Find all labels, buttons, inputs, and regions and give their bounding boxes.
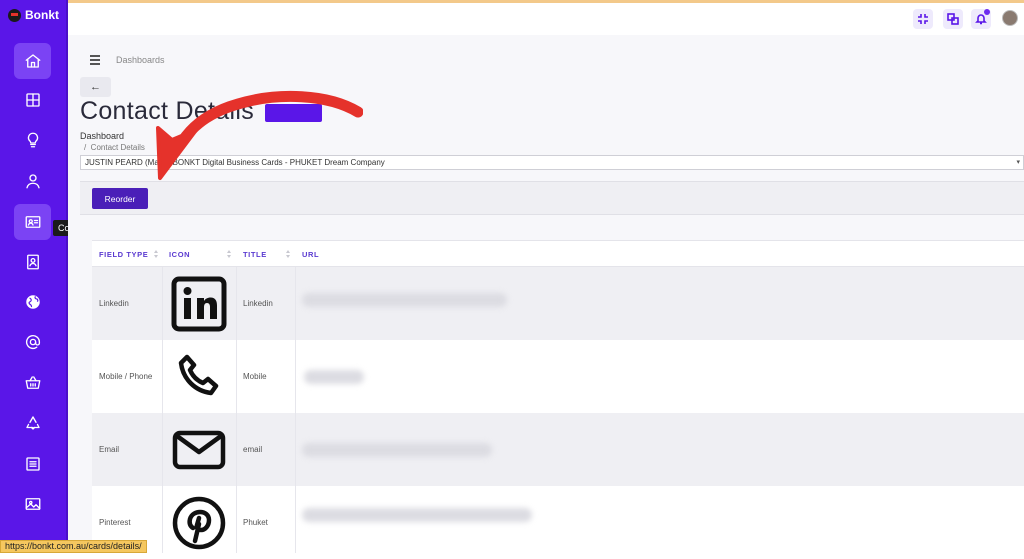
sidebar-item-dashboards[interactable] xyxy=(14,82,51,118)
breadcrumb-root[interactable]: Dashboard xyxy=(80,131,124,141)
basket-icon xyxy=(25,376,40,389)
grid-icon xyxy=(25,93,40,107)
field-type-cell: Linkedin xyxy=(99,299,129,308)
translate-icon xyxy=(947,13,959,25)
translate-button[interactable] xyxy=(943,9,963,29)
contact-details-table: FIELD TYPE ICON TITLE URL Linkedin Linke… xyxy=(92,240,1024,559)
globe-icon xyxy=(25,295,40,309)
mail-icon xyxy=(172,430,226,469)
avatar[interactable] xyxy=(1002,10,1018,26)
sort-icon[interactable] xyxy=(227,250,232,259)
breadcrumb-current-label: Contact Details xyxy=(90,143,145,152)
url-cell xyxy=(302,293,507,307)
column-header-field-type[interactable]: FIELD TYPE xyxy=(99,241,148,268)
top-breadcrumb-bar: Dashboards xyxy=(68,47,1024,75)
linkedin-icon xyxy=(171,276,227,331)
arrow-left-icon: ← xyxy=(90,81,101,93)
field-type-cell: Email xyxy=(99,445,120,454)
table-row[interactable]: Linkedin Linkedin xyxy=(92,267,1024,340)
breadcrumb-current: / Contact Details xyxy=(84,143,145,152)
address-book-icon xyxy=(26,254,39,270)
list-icon xyxy=(25,457,40,471)
sidebar-item-shop[interactable] xyxy=(14,365,51,401)
title-cell: Phuket xyxy=(243,518,268,527)
icon-cell xyxy=(163,486,235,559)
sidebar-item-ideas[interactable] xyxy=(14,122,51,158)
column-header-icon[interactable]: ICON xyxy=(169,241,190,268)
notifications-button[interactable] xyxy=(971,9,991,29)
sort-icon[interactable] xyxy=(286,250,291,259)
sidebar-item-gallery[interactable] xyxy=(14,486,51,522)
minimize-button[interactable] xyxy=(913,9,933,29)
notification-dot xyxy=(984,9,990,15)
contact-card-icon xyxy=(25,216,40,228)
url-cell xyxy=(302,508,532,522)
pinterest-icon xyxy=(172,496,226,549)
title-cell: Mobile xyxy=(243,372,267,381)
sidebar-item-email[interactable] xyxy=(14,324,51,360)
sidebar: Bonkt xyxy=(0,0,68,553)
phone-icon xyxy=(178,354,219,395)
icon-cell xyxy=(163,340,235,413)
user-icon xyxy=(25,174,40,189)
field-type-cell: Mobile / Phone xyxy=(99,372,153,381)
table-header: FIELD TYPE ICON TITLE URL xyxy=(92,240,1024,267)
app-name: Bonkt xyxy=(25,8,59,22)
sidebar-item-recycle[interactable] xyxy=(14,405,51,441)
title-cell: email xyxy=(243,445,263,454)
home-icon xyxy=(25,54,40,68)
image-icon xyxy=(25,498,40,510)
sidebar-item-contact-details[interactable] xyxy=(14,204,51,240)
column-header-url[interactable]: URL xyxy=(302,241,319,268)
column-divider xyxy=(295,267,296,553)
sidebar-item-home[interactable] xyxy=(14,43,51,79)
reorder-button[interactable]: Reorder xyxy=(92,188,148,209)
table-row[interactable]: Mobile / Phone Mobile xyxy=(92,340,1024,413)
sidebar-item-list[interactable] xyxy=(14,446,51,482)
sidebar-item-address-book[interactable] xyxy=(14,244,51,280)
column-divider xyxy=(236,267,237,553)
chevron-down-icon: ▾ xyxy=(1016,159,1020,166)
url-cell xyxy=(302,443,492,457)
lightbulb-icon xyxy=(27,132,38,148)
column-header-title[interactable]: TITLE xyxy=(243,241,267,268)
annotation-arrow xyxy=(156,90,363,180)
brand[interactable]: Bonkt xyxy=(8,6,59,24)
icon-cell xyxy=(163,413,235,486)
menu-toggle-icon[interactable] xyxy=(90,55,100,67)
topbar xyxy=(68,3,1024,35)
title-cell: Linkedin xyxy=(243,299,273,308)
column-divider xyxy=(162,267,163,553)
minimize-icon xyxy=(918,14,928,24)
bonkt-logo-icon xyxy=(8,8,21,22)
back-button[interactable]: ← xyxy=(80,77,111,97)
url-cell xyxy=(304,370,364,384)
sidebar-item-profile[interactable] xyxy=(14,163,51,199)
table-row[interactable]: Pinterest Phuket xyxy=(92,486,1024,559)
breadcrumb-dashboards[interactable]: Dashboards xyxy=(116,55,165,65)
table-row[interactable]: Email email xyxy=(92,413,1024,486)
icon-cell xyxy=(163,267,235,340)
recycle-icon xyxy=(25,416,40,430)
status-bar-url: https://bonkt.com.au/cards/details/ xyxy=(0,540,147,553)
sort-icon[interactable] xyxy=(154,250,159,259)
sidebar-item-globe[interactable] xyxy=(14,284,51,320)
at-icon xyxy=(25,334,40,350)
